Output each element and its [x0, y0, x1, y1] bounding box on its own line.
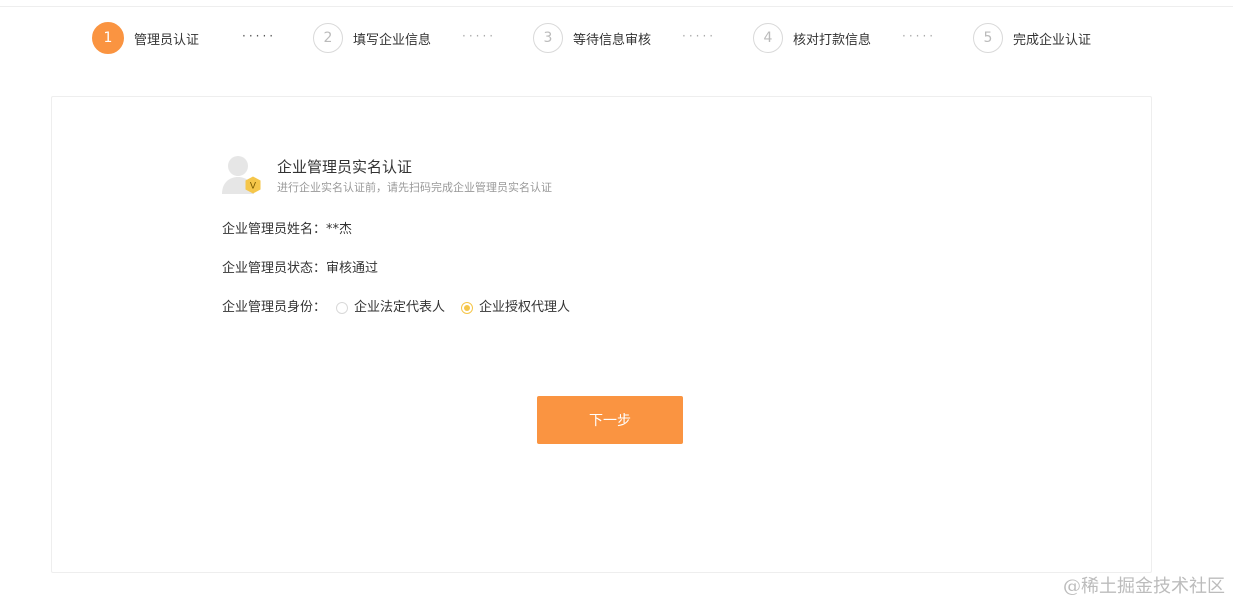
step-4: 4 核对打款信息 [753, 22, 871, 54]
step-separator: ····· [462, 29, 497, 43]
admin-status-value: 审核通过 [326, 261, 379, 276]
step-5: 5 完成企业认证 [973, 22, 1091, 54]
card-title: 企业管理员实名认证 [277, 158, 413, 176]
step-2: 2 填写企业信息 [313, 22, 431, 54]
step-number: 3 [533, 23, 563, 53]
step-separator: ····· [682, 29, 717, 43]
verified-badge-icon: V [245, 176, 261, 194]
step-number: 2 [313, 23, 343, 53]
badge-letter: V [250, 182, 257, 192]
step-number: 4 [753, 23, 783, 53]
radio-label: 企业授权代理人 [479, 300, 571, 315]
step-number: 1 [92, 22, 124, 54]
step-number: 5 [973, 23, 1003, 53]
admin-name-label: 企业管理员姓名： [222, 222, 327, 237]
card-header: V 企业管理员实名认证 进行企业实名认证前，请先扫码完成企业管理员实名认证 [222, 154, 552, 196]
admin-name-row: 企业管理员姓名： **杰 [222, 221, 352, 239]
admin-status-label: 企业管理员状态： [222, 261, 327, 276]
verification-card: V 企业管理员实名认证 进行企业实名认证前，请先扫码完成企业管理员实名认证 企业… [51, 96, 1152, 573]
admin-identity-row: 企业管理员身份： 企业法定代表人 企业授权代理人 [222, 299, 570, 317]
header-text: 企业管理员实名认证 进行企业实名认证前，请先扫码完成企业管理员实名认证 [277, 154, 552, 196]
radio-legal-representative[interactable]: 企业法定代表人 [336, 299, 445, 317]
step-separator: ····· [242, 29, 277, 43]
step-label: 填写企业信息 [353, 32, 432, 48]
step-label: 核对打款信息 [793, 32, 872, 48]
admin-status-row: 企业管理员状态： 审核通过 [222, 260, 378, 278]
step-label: 管理员认证 [134, 32, 200, 48]
progress-steps: 1 管理员认证 ····· 2 填写企业信息 ····· 3 等待信息审核 ··… [0, 0, 1233, 80]
radio-checked-icon[interactable] [461, 302, 474, 314]
radio-unchecked-icon[interactable] [336, 302, 349, 314]
next-step-button[interactable]: 下一步 [537, 396, 683, 444]
step-label: 完成企业认证 [1013, 32, 1092, 48]
step-label: 等待信息审核 [573, 32, 652, 48]
step-separator: ····· [902, 29, 937, 43]
watermark: @稀土掘金技术社区 [1063, 576, 1225, 597]
avatar: V [222, 154, 262, 196]
card-subtitle: 进行企业实名认证前，请先扫码完成企业管理员实名认证 [277, 181, 552, 194]
radio-authorized-agent[interactable]: 企业授权代理人 [461, 299, 570, 317]
step-3: 3 等待信息审核 [533, 22, 651, 54]
admin-identity-label: 企业管理员身份： [222, 300, 327, 315]
admin-name-value: **杰 [326, 222, 353, 237]
step-1: 1 管理员认证 [92, 22, 199, 54]
radio-label: 企业法定代表人 [354, 300, 446, 315]
